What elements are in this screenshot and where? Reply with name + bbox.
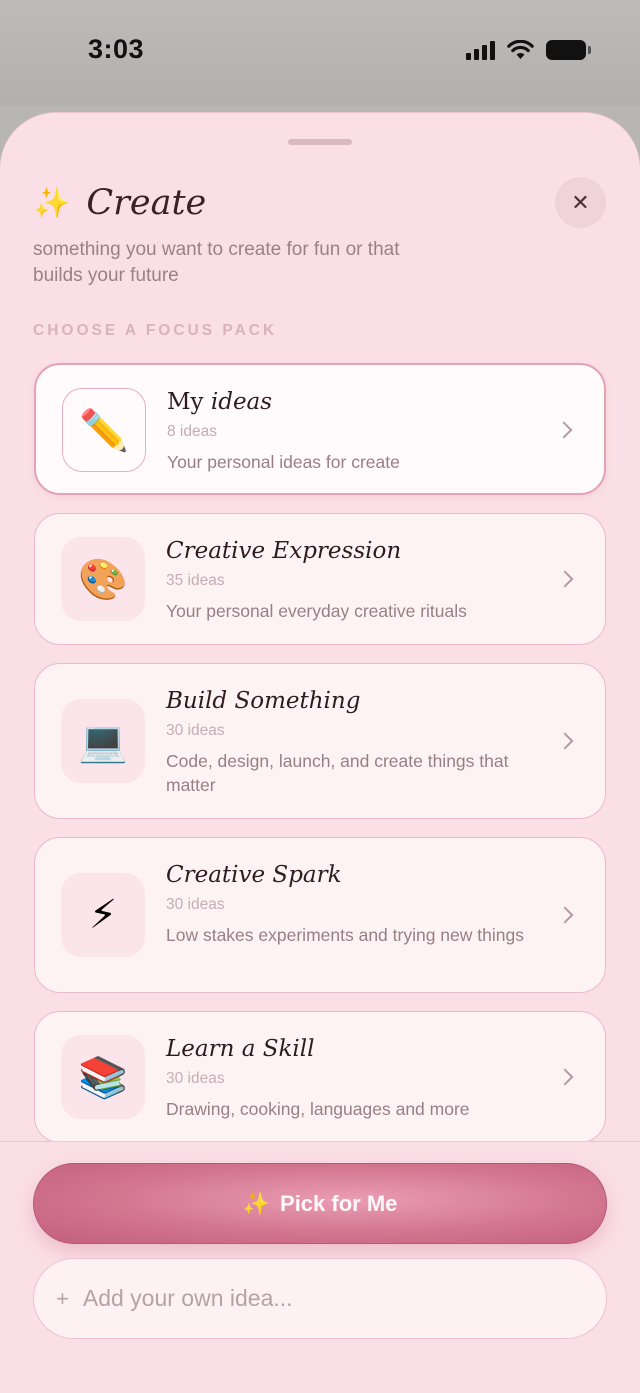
- sparkles-icon: ✨: [33, 186, 71, 220]
- chevron-right-icon: [556, 732, 574, 750]
- sheet-subtitle: something you want to create for fun or …: [33, 239, 400, 286]
- pack-card-my-ideas[interactable]: ✏️ My ideas 8 ideas Your personal ideas …: [34, 363, 606, 495]
- pack-description: Your personal everyday creative rituals: [166, 601, 467, 621]
- chevron-right-icon: [556, 570, 574, 588]
- sheet-header: ✨ Create: [33, 183, 206, 223]
- plus-icon: +: [56, 1285, 69, 1311]
- sheet-footer: ✨ Pick for Me +: [0, 1141, 640, 1393]
- pack-description: Code, design, launch, and create things …: [166, 751, 509, 795]
- pack-count: 35 ideas: [166, 572, 225, 589]
- chevron-right-icon: [556, 1068, 574, 1086]
- close-icon: ✕: [571, 189, 590, 215]
- pack-count: 8 ideas: [167, 423, 217, 440]
- section-label: CHOOSE A FOCUS PACK: [33, 322, 278, 339]
- pack-title: Creative Expression: [166, 538, 402, 564]
- sheet-title: Create: [86, 183, 207, 223]
- pack-card-learn-a-skill[interactable]: 📚 Learn a Skill 30 ideas Drawing, cookin…: [34, 1011, 606, 1143]
- status-icons: [466, 40, 591, 60]
- pack-title: My ideas: [167, 389, 273, 415]
- pack-count: 30 ideas: [166, 896, 225, 913]
- chevron-right-icon: [556, 906, 574, 924]
- pack-title: Learn a Skill: [166, 1036, 315, 1062]
- laptop-icon: 💻: [61, 699, 145, 783]
- sheet-grabber[interactable]: [288, 139, 352, 145]
- pack-description: Drawing, cooking, languages and more: [166, 1099, 470, 1119]
- cellular-signal-icon: [466, 40, 495, 60]
- books-icon: 📚: [61, 1035, 145, 1119]
- wifi-icon: [507, 40, 534, 59]
- pack-card-build-something[interactable]: 💻 Build Something 30 ideas Code, design,…: [34, 663, 606, 819]
- create-sheet: ✨ Create ✕ something you want to create …: [0, 112, 640, 1393]
- palette-icon: 🎨: [61, 537, 145, 621]
- pack-card-creative-spark[interactable]: ⚡ Creative Spark 30 ideas Low stakes exp…: [34, 837, 606, 993]
- pack-title: Build Something: [166, 688, 361, 714]
- close-button[interactable]: ✕: [555, 177, 606, 228]
- pack-card-creative-expression[interactable]: 🎨 Creative Expression 35 ideas Your pers…: [34, 513, 606, 645]
- pick-for-me-label: Pick for Me: [280, 1190, 398, 1216]
- pack-description: Low stakes experiments and trying new th…: [166, 925, 524, 945]
- pack-description: Your personal ideas for create: [167, 452, 400, 472]
- add-idea-field[interactable]: +: [33, 1258, 607, 1339]
- battery-icon: [546, 40, 591, 60]
- add-idea-input[interactable]: [82, 1285, 563, 1312]
- pick-for-me-button[interactable]: ✨ Pick for Me: [33, 1163, 607, 1244]
- chevron-right-icon: [555, 421, 573, 439]
- pack-count: 30 ideas: [166, 1070, 225, 1087]
- status-time: 3:03: [88, 34, 145, 64]
- pack-count: 30 ideas: [166, 722, 225, 739]
- sparkles-icon: ✨: [242, 1190, 271, 1216]
- status-bar: 3:03: [0, 0, 640, 105]
- lightning-icon: ⚡: [61, 873, 145, 957]
- pencil-icon: ✏️: [62, 388, 146, 472]
- pack-title: Creative Spark: [166, 862, 342, 888]
